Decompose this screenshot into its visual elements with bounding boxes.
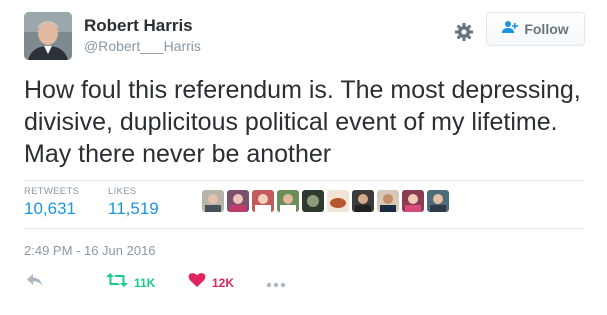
divider [24,180,584,181]
retweet-count: 11K [134,275,156,290]
like-count: 12K [212,275,235,290]
tweet-text: How foul this referendum is. The most de… [24,76,581,168]
liker-avatar[interactable] [227,190,249,212]
liker-avatars [202,190,449,212]
user-full-name[interactable]: Robert Harris [84,16,201,36]
user-names: Robert Harris @Robert___Harris [84,16,201,55]
tweet-stats: RETWEETS 10,631 LIKES 11,519 [24,186,584,228]
more-icon [266,276,286,294]
retweets-count: 10,631 [24,199,76,218]
retweet-button[interactable]: 11K [106,272,155,293]
likes-count: 11,519 [108,199,159,218]
liker-avatar[interactable] [302,190,324,212]
liker-avatar[interactable] [402,190,424,212]
avatar[interactable] [24,12,72,60]
retweets-label: RETWEETS [24,186,80,197]
liker-avatar[interactable] [377,190,399,212]
heart-icon [188,272,206,293]
follow-button[interactable]: Follow [486,12,585,46]
likes-stat[interactable]: LIKES 11,519 [108,186,159,219]
tweet-timestamp[interactable]: 2:49 PM - 16 Jun 2016 [24,243,156,258]
liker-avatar[interactable] [277,190,299,212]
liker-avatar[interactable] [352,190,374,212]
retweets-stat[interactable]: RETWEETS 10,631 [24,186,79,219]
retweet-icon [106,272,128,293]
follow-label: Follow [524,21,569,37]
gear-icon[interactable] [454,22,474,42]
liker-avatar[interactable] [327,190,349,212]
like-button[interactable]: 12K [188,272,234,293]
follow-person-icon [502,20,519,39]
liker-avatar[interactable] [202,190,224,212]
liker-avatar[interactable] [427,190,449,212]
more-button[interactable] [266,276,286,294]
reply-icon [26,272,44,293]
liker-avatar[interactable] [252,190,274,212]
reply-button[interactable] [26,272,44,293]
user-handle[interactable]: @Robert___Harris [84,37,201,55]
divider [24,228,584,229]
tweet-header: Robert Harris @Robert___Harris Follow [24,12,585,62]
tweet-actions: 11K 12K [24,272,584,296]
likes-label: LIKES [108,186,137,197]
